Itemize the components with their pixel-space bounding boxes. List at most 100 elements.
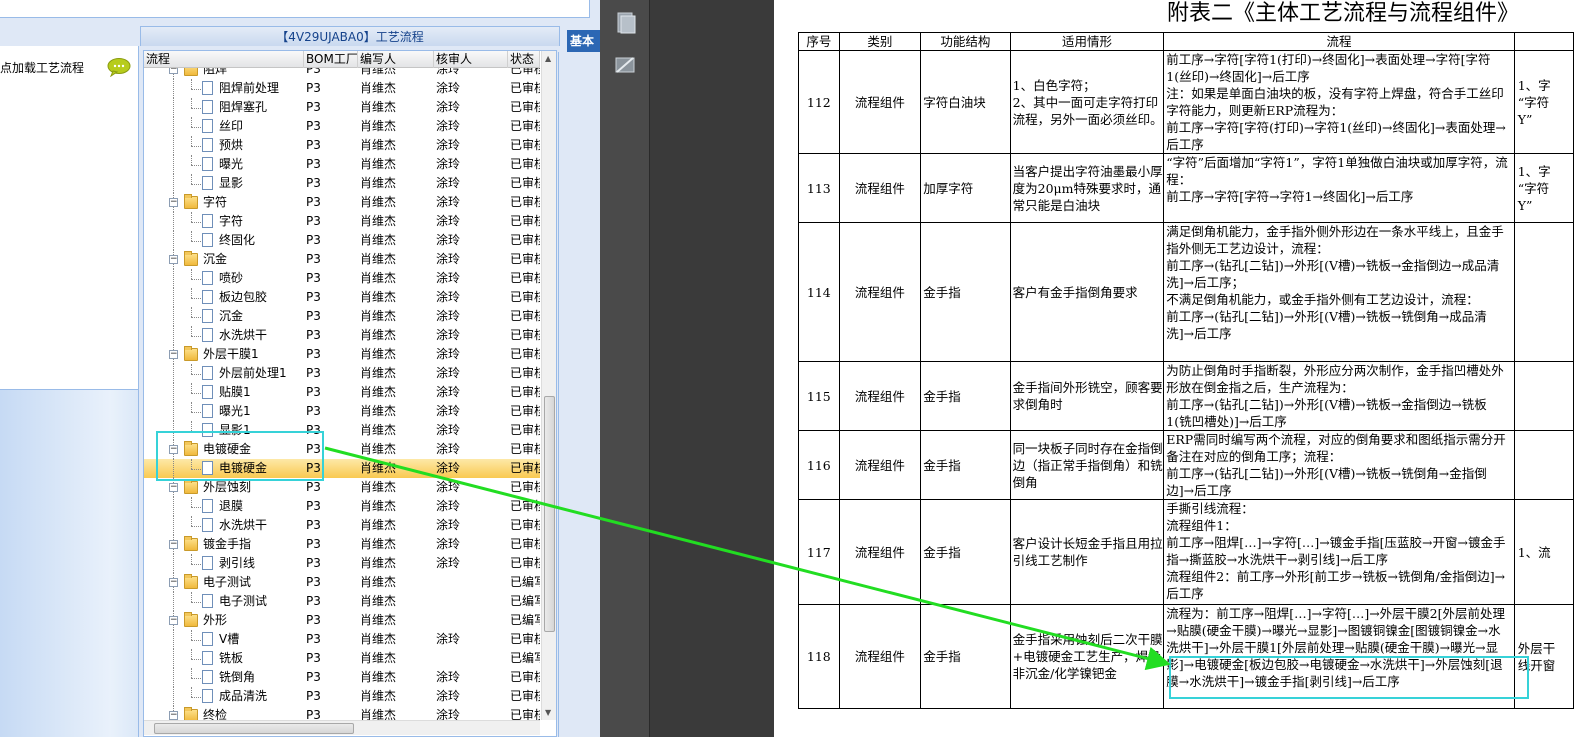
scroll-down-arrow-icon[interactable]: ▼: [545, 708, 551, 717]
table-row[interactable]: 曝光P3肖维杰涂玲已审核: [144, 155, 540, 174]
document-icon: [202, 271, 213, 285]
speech-bubble-icon[interactable]: [106, 57, 132, 77]
extra-cell: [1513, 361, 1574, 431]
collapse-toggle-icon[interactable]: −: [169, 68, 178, 74]
row-number-cell: 116: [798, 430, 840, 500]
category-cell: 流程组件: [838, 153, 922, 223]
vertical-scrollbar[interactable]: ▲ ▼: [541, 51, 556, 720]
header-situation: 适用情形: [1009, 32, 1165, 51]
collapse-toggle-icon[interactable]: −: [169, 578, 178, 587]
tree-cell: 曝光: [144, 155, 304, 174]
table-row[interactable]: V槽P3肖维杰涂玲已审核: [144, 630, 540, 649]
table-row[interactable]: 贴膜1P3肖维杰涂玲已审核: [144, 383, 540, 402]
table-row[interactable]: 铣倒角P3肖维杰涂玲已审核: [144, 668, 540, 687]
page-thumbnails-icon[interactable]: [612, 10, 638, 36]
writer-cell: 肖维杰: [360, 290, 397, 304]
table-row[interactable]: 终固化P3肖维杰涂玲已审核: [144, 231, 540, 250]
table-row: 113 流程组件 加厚字符 当客户提出字符油墨最小厚度为20μm特殊要求时，通常只能是…: [798, 153, 1574, 223]
collapse-toggle-icon[interactable]: −: [169, 483, 178, 492]
load-process-link[interactable]: 点加载工艺流程: [0, 59, 84, 76]
process-group-label: 外形: [203, 613, 228, 627]
tree-cell: 显影: [144, 174, 304, 193]
table-row[interactable]: −字符P3肖维杰涂玲已审核: [144, 193, 540, 212]
table-row[interactable]: 剥引线P3肖维杰涂玲已审核: [144, 554, 540, 573]
table-row[interactable]: 水洗烘干P3肖维杰涂玲已审核: [144, 516, 540, 535]
table-row[interactable]: 退膜P3肖维杰涂玲已审核: [144, 497, 540, 516]
table-row[interactable]: 喷砂P3肖维杰涂玲已审核: [144, 269, 540, 288]
document-icon: [202, 328, 213, 342]
collapse-toggle-icon[interactable]: −: [169, 540, 178, 549]
status-cell: 已审核: [510, 68, 540, 76]
document-icon: [202, 214, 213, 228]
horizontal-scrollbar[interactable]: [144, 720, 540, 735]
writer-cell: 肖维杰: [360, 670, 397, 684]
writer-cell: 肖维杰: [360, 594, 397, 608]
process-flow-table: 序号 类别 功能结构 适用情形 流程 112 流程组件 字符白油块 1、白色字符； 2…: [798, 32, 1574, 709]
table-row[interactable]: −镀金手指P3肖维杰涂玲已审核: [144, 535, 540, 554]
column-header-bom-plant[interactable]: BOM工厂: [304, 51, 358, 68]
scroll-up-arrow-icon[interactable]: ▲: [545, 54, 551, 63]
status-cell: 已审核: [510, 309, 540, 323]
collapse-toggle-icon[interactable]: −: [169, 350, 178, 359]
table-row[interactable]: 铣板P3肖维杰已编写: [144, 649, 540, 668]
situation-cell: 金手指间外形铣空，顾客要求倒角时: [1009, 361, 1165, 431]
column-header-status[interactable]: 状态: [508, 51, 540, 68]
status-cell: 已审核: [510, 138, 540, 152]
reviewer-cell: [436, 649, 506, 668]
table-row[interactable]: 曝光1P3肖维杰涂玲已审核: [144, 402, 540, 421]
table-row[interactable]: −阻焊P3肖维杰涂玲已审核: [144, 68, 540, 79]
collapse-toggle-icon[interactable]: −: [169, 198, 178, 207]
column-header-reviewer[interactable]: 核审人: [434, 51, 508, 68]
document-icon: [202, 233, 213, 247]
table-row[interactable]: 外层前处理1P3肖维杰涂玲已审核: [144, 364, 540, 383]
row-number-cell: 114: [798, 222, 840, 362]
reviewer-cell: 涂玲: [436, 138, 461, 152]
collapse-toggle-icon[interactable]: −: [169, 255, 178, 264]
writer-cell: 肖维杰: [360, 68, 397, 76]
process-step-label: 铣板: [219, 651, 244, 665]
document-icon: [202, 632, 213, 646]
vertical-scroll-thumb[interactable]: [544, 396, 555, 632]
flow-cell: 满足倒角机能力，金手指外侧外形边在一条水平线上，且金手指外侧无工艺边设计，流程：…: [1163, 222, 1515, 362]
table-row[interactable]: 水洗烘干P3肖维杰涂玲已审核: [144, 326, 540, 345]
collapse-toggle-icon[interactable]: −: [169, 616, 178, 625]
basic-tab[interactable]: 基本: [567, 30, 600, 52]
table-row[interactable]: 板边包胶P3肖维杰涂玲已审核: [144, 288, 540, 307]
writer-cell: 肖维杰: [360, 176, 397, 190]
table-row[interactable]: 显影P3肖维杰涂玲已审核: [144, 174, 540, 193]
table-row[interactable]: −电子测试P3肖维杰已编写: [144, 573, 540, 592]
status-cell: 已审核: [510, 252, 540, 266]
table-row[interactable]: −外层干膜1P3肖维杰涂玲已审核: [144, 345, 540, 364]
process-app-window: 【4V29UJABA0】工艺流程 点加载工艺流程 流程 BOM工厂 编写人 核审…: [0, 0, 600, 737]
table-row[interactable]: 阻焊前处理P3肖维杰涂玲已审核: [144, 79, 540, 98]
reviewer-cell: 涂玲: [436, 214, 461, 228]
status-cell: 已编写: [510, 594, 540, 608]
attachments-icon[interactable]: [612, 52, 638, 78]
document-icon: [202, 689, 213, 703]
table-row[interactable]: 沉金P3肖维杰涂玲已审核: [144, 307, 540, 326]
writer-cell: 肖维杰: [360, 708, 397, 720]
table-row[interactable]: 字符P3肖维杰涂玲已审核: [144, 212, 540, 231]
writer-cell: 肖维杰: [360, 480, 397, 494]
reviewer-cell: 涂玲: [436, 499, 461, 513]
writer-cell: 肖维杰: [360, 575, 397, 589]
writer-cell: 肖维杰: [360, 423, 397, 437]
table-row[interactable]: 电子测试P3肖维杰已编写: [144, 592, 540, 611]
table-row[interactable]: 成品清洗P3肖维杰涂玲已审核: [144, 687, 540, 706]
table-row[interactable]: 阻焊塞孔P3肖维杰涂玲已审核: [144, 98, 540, 117]
reviewer-cell: 涂玲: [436, 537, 461, 551]
table-row[interactable]: 丝印P3肖维杰涂玲已审核: [144, 117, 540, 136]
horizontal-scroll-thumb[interactable]: [154, 723, 354, 734]
table-row[interactable]: −沉金P3肖维杰涂玲已审核: [144, 250, 540, 269]
collapse-toggle-icon[interactable]: −: [169, 711, 178, 720]
situation-cell: 同一块板子同时存在金指倒边（指正常手指倒角）和铣倒角: [1009, 430, 1165, 500]
tree-cell: 曝光1: [144, 402, 304, 421]
table-row[interactable]: 预烘P3肖维杰涂玲已审核: [144, 136, 540, 155]
document-icon: [202, 138, 213, 152]
table-row[interactable]: −外形P3肖维杰已编写: [144, 611, 540, 630]
column-header-process[interactable]: 流程: [144, 51, 304, 68]
table-row[interactable]: −终检P3肖维杰涂玲已审核: [144, 706, 540, 720]
tree-cell: 阻焊塞孔: [144, 98, 304, 117]
tree-cell: − 电子测试: [144, 573, 304, 592]
column-header-writer[interactable]: 编写人: [358, 51, 434, 68]
